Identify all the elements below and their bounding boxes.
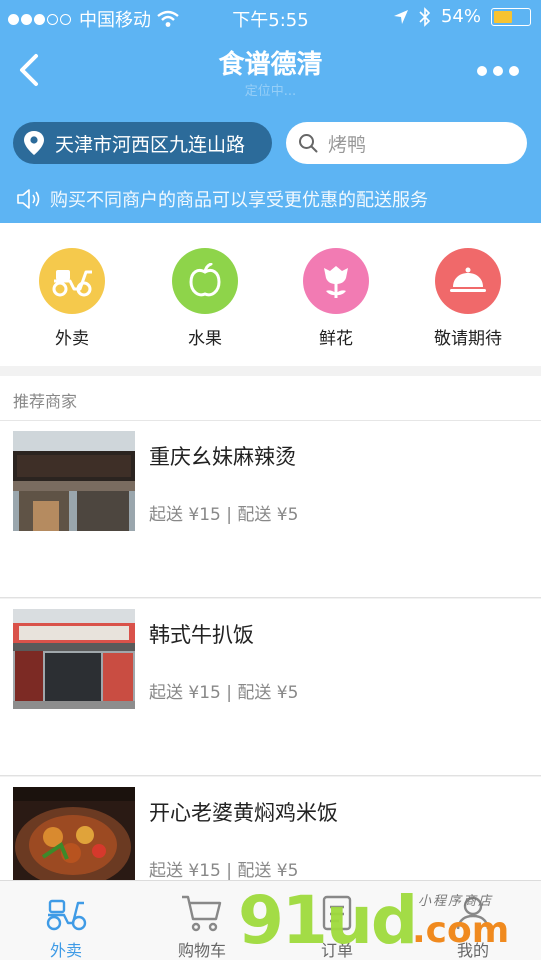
notice-bar: 购买不同商户的商品可以享受更优惠的配送服务 bbox=[16, 186, 428, 212]
category-label: 水果 bbox=[188, 329, 222, 349]
battery-percent: 54% bbox=[440, 6, 481, 27]
speaker-icon bbox=[17, 189, 40, 209]
nav-bar: 食谱德清 定位中... bbox=[0, 36, 541, 106]
merchant-thumbnail bbox=[13, 609, 135, 709]
category-fruit[interactable]: 水果 bbox=[155, 248, 255, 349]
cloche-icon bbox=[435, 248, 501, 314]
tab-label: 我的 bbox=[456, 941, 489, 960]
tab-label: 外卖 bbox=[49, 941, 82, 960]
bluetooth-icon bbox=[419, 6, 431, 27]
merchant-thumbnail bbox=[13, 431, 135, 531]
merchant-card[interactable]: 韩式牛扒饭 起送 ¥15 | 配送 ¥5 bbox=[0, 599, 541, 776]
search-placeholder: 烤鸭 bbox=[328, 133, 367, 156]
scooter-icon bbox=[46, 899, 87, 931]
scooter-icon bbox=[39, 248, 105, 314]
merchant-card[interactable]: 重庆幺妹麻辣烫 起送 ¥15 | 配送 ¥5 bbox=[0, 421, 541, 598]
notice-text: 购买不同商户的商品可以享受更优惠的配送服务 bbox=[50, 190, 428, 211]
category-flowers[interactable]: 鲜花 bbox=[286, 248, 386, 349]
apple-icon bbox=[172, 248, 238, 314]
tab-takeout[interactable]: 外卖 bbox=[16, 889, 116, 960]
cart-icon bbox=[182, 895, 222, 932]
location-pin-icon bbox=[24, 131, 44, 155]
merchant-thumbnail bbox=[13, 787, 135, 887]
more-icon[interactable] bbox=[477, 66, 519, 76]
category-label: 外卖 bbox=[55, 329, 89, 349]
search-icon bbox=[299, 134, 318, 153]
merchant-name: 韩式牛扒饭 bbox=[149, 623, 254, 647]
category-grid: 外卖 水果 鲜花 敬请期待 bbox=[0, 223, 541, 366]
location-arrow-icon bbox=[393, 9, 408, 24]
tab-cart[interactable]: 购物车 bbox=[152, 889, 252, 960]
merchant-delivery-info: 起送 ¥15 | 配送 ¥5 bbox=[149, 505, 299, 525]
user-icon bbox=[456, 896, 490, 930]
category-coming-soon[interactable]: 敬请期待 bbox=[418, 248, 518, 349]
battery-icon bbox=[491, 7, 531, 26]
section-header: 推荐商家 bbox=[0, 376, 541, 421]
merchant-name: 重庆幺妹麻辣烫 bbox=[149, 445, 296, 469]
tab-label: 购物车 bbox=[177, 941, 226, 960]
merchant-name: 开心老婆黄焖鸡米饭 bbox=[149, 801, 338, 825]
bottom-tab-bar: 外卖 购物车 订单 我的 bbox=[0, 880, 541, 960]
flower-icon bbox=[303, 248, 369, 314]
tab-label: 订单 bbox=[320, 941, 353, 960]
status-bar: 中国移动 下午5:55 54% bbox=[0, 0, 541, 36]
merchant-delivery-info: 起送 ¥15 | 配送 ¥5 bbox=[149, 683, 299, 703]
tab-orders[interactable]: 订单 bbox=[287, 889, 387, 960]
app-header: 中国移动 下午5:55 54% 食谱德清 定位中... 天津市河西区九连山路 烤… bbox=[0, 0, 541, 223]
location-selector[interactable]: 天津市河西区九连山路 bbox=[13, 122, 272, 164]
location-address: 天津市河西区九连山路 bbox=[55, 133, 246, 156]
category-takeout[interactable]: 外卖 bbox=[22, 248, 122, 349]
page-subtitle: 定位中... bbox=[244, 84, 297, 99]
search-input[interactable]: 烤鸭 bbox=[286, 122, 527, 164]
merchant-delivery-info: 起送 ¥15 | 配送 ¥5 bbox=[149, 861, 299, 881]
page-title: 食谱德清 bbox=[218, 50, 323, 80]
category-label: 敬请期待 bbox=[434, 329, 502, 349]
battery-fill bbox=[494, 10, 513, 23]
category-label: 鲜花 bbox=[319, 329, 353, 349]
order-icon bbox=[322, 895, 352, 931]
section-title: 推荐商家 bbox=[13, 392, 78, 411]
tab-me[interactable]: 我的 bbox=[423, 889, 523, 960]
